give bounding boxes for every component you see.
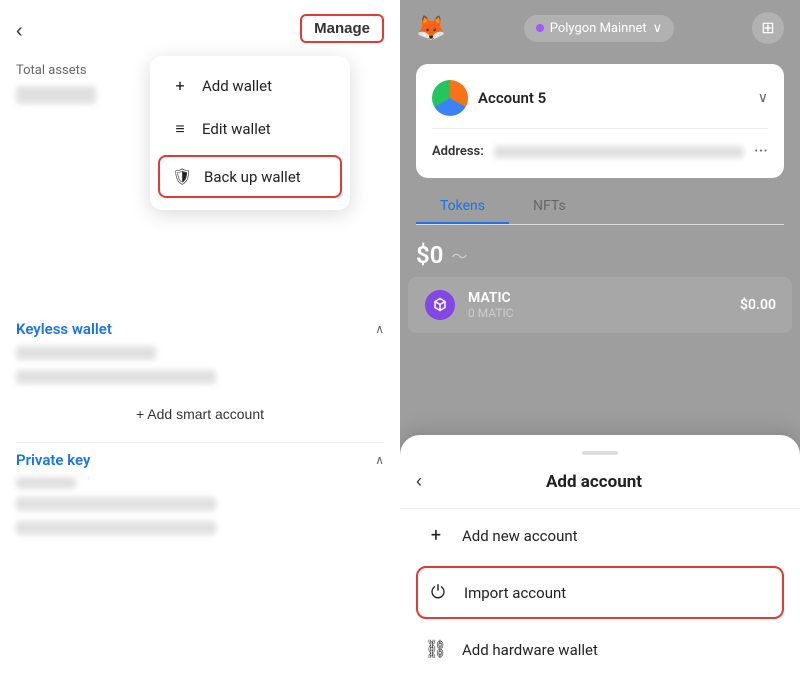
shield-icon: 🛡 <box>172 167 192 186</box>
add-new-account-item[interactable]: + Add new account <box>400 509 800 562</box>
add-new-account-label: Add new account <box>462 527 578 545</box>
balance-amount: $0 <box>416 241 443 269</box>
keyless-chevron-icon[interactable]: ∧ <box>375 322 384 336</box>
backup-wallet-label: Back up wallet <box>204 168 301 186</box>
keyless-section-header: Keyless wallet ∧ <box>16 320 384 338</box>
right-panel: 🦊 Polygon Mainnet ∨ ⊞ Account 5 ∨ Addres… <box>400 0 800 692</box>
add-hardware-wallet-label: Add hardware wallet <box>462 641 598 659</box>
private-key-account-1 <box>16 497 216 511</box>
manage-dropdown: + Add wallet ≡ Edit wallet 🛡 Back up wal… <box>150 56 350 210</box>
account-card-header: Account 5 ∨ <box>432 80 768 116</box>
token-name: MATIC <box>468 290 740 306</box>
right-header: 🦊 Polygon Mainnet ∨ ⊞ <box>400 0 800 56</box>
add-smart-account-button[interactable]: + Add smart account <box>16 394 384 434</box>
network-label: Polygon Mainnet <box>550 21 647 36</box>
private-key-chevron-icon[interactable]: ∧ <box>375 453 384 467</box>
token-row[interactable]: MATIC 0 MATIC $0.00 <box>408 277 792 333</box>
metamask-logo: 🦊 <box>416 14 446 42</box>
edit-icon: ≡ <box>170 119 190 139</box>
sheet-handle <box>582 451 618 455</box>
private-key-section: Private key ∧ <box>0 451 400 535</box>
address-row: Address: ··· <box>432 128 768 162</box>
address-label: Address: <box>432 144 484 159</box>
import-account-label: Import account <box>464 584 566 602</box>
hardware-wallet-icon: ⛓ <box>424 639 448 660</box>
add-hardware-wallet-item[interactable]: ⛓ Add hardware wallet <box>400 623 800 676</box>
matic-token-icon <box>424 289 456 321</box>
private-key-account-2 <box>16 521 216 535</box>
private-key-tag <box>16 477 76 489</box>
tab-tokens[interactable]: Tokens <box>416 190 509 224</box>
network-chevron-icon: ∨ <box>653 21 663 36</box>
back-button[interactable]: ‹ <box>16 16 31 47</box>
left-panel: ‹ Manage Total assets + Add wallet ≡ Edi… <box>0 0 400 692</box>
add-new-account-icon: + <box>424 525 448 546</box>
chart-icon[interactable]: 〜 <box>451 243 467 267</box>
total-assets-value <box>16 86 96 104</box>
add-account-sheet: ‹ Add account + Add new account ⏻ Import… <box>400 435 800 692</box>
network-pill[interactable]: Polygon Mainnet ∨ <box>524 15 674 42</box>
left-header: ‹ Manage <box>0 0 400 55</box>
keyless-account-2 <box>16 370 216 384</box>
keyless-title: Keyless wallet <box>16 320 112 338</box>
private-key-header: Private key ∧ <box>16 451 384 469</box>
settings-icon: ⊞ <box>761 18 774 38</box>
menu-item-add-wallet[interactable]: + Add wallet <box>150 64 350 107</box>
tab-nfts-label: NFTs <box>533 198 566 214</box>
keyless-section: Keyless wallet ∧ + Add smart account <box>0 320 400 434</box>
menu-item-edit-wallet[interactable]: ≡ Edit wallet <box>150 107 350 151</box>
sheet-back-button[interactable]: ‹ <box>416 471 422 492</box>
edit-wallet-label: Edit wallet <box>202 120 271 138</box>
token-info: MATIC 0 MATIC <box>468 290 740 320</box>
tab-tokens-label: Tokens <box>440 198 485 214</box>
add-wallet-label: Add wallet <box>202 77 272 95</box>
account-card: Account 5 ∨ Address: ··· <box>416 64 784 178</box>
keyless-account-1 <box>16 346 156 360</box>
network-dot <box>536 24 544 32</box>
manage-button[interactable]: Manage <box>300 14 384 43</box>
import-account-icon: ⏻ <box>426 582 450 603</box>
tabs-row: Tokens NFTs <box>416 190 784 225</box>
account-name: Account 5 <box>478 89 758 107</box>
menu-item-backup-wallet[interactable]: 🛡 Back up wallet <box>158 155 342 198</box>
sheet-title: Add account <box>438 472 750 492</box>
token-balance: 0 MATIC <box>468 306 740 320</box>
settings-button[interactable]: ⊞ <box>752 12 784 44</box>
more-options-button[interactable]: ··· <box>754 141 768 162</box>
account-avatar <box>432 80 468 116</box>
add-icon: + <box>170 76 190 95</box>
expand-icon[interactable]: ∨ <box>758 90 768 106</box>
tab-nfts[interactable]: NFTs <box>509 190 590 224</box>
token-value: $0.00 <box>740 297 776 313</box>
import-account-item[interactable]: ⏻ Import account <box>416 566 784 619</box>
balance-row: $0 〜 <box>400 225 800 277</box>
add-smart-account-label: + Add smart account <box>136 406 264 422</box>
address-value <box>494 146 744 158</box>
sheet-header: ‹ Add account <box>400 471 800 509</box>
section-divider <box>16 442 384 443</box>
private-key-title: Private key <box>16 451 90 469</box>
